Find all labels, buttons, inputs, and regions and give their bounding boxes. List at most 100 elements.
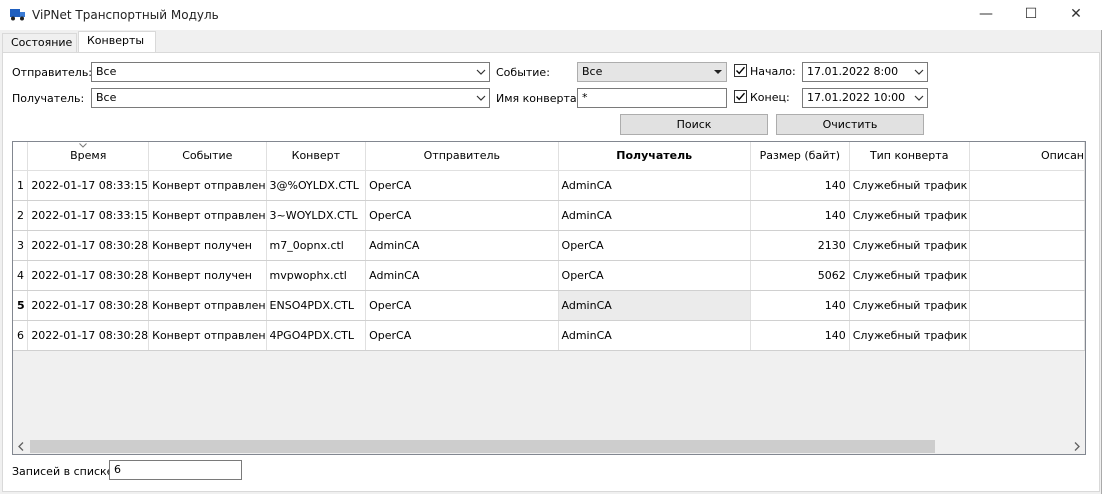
cell-description[interactable] (969, 170, 1085, 201)
cell-time[interactable]: 2022-01-17 08:33:15 (27, 170, 150, 201)
start-datetime-picker[interactable]: 17.01.2022 8:00 (802, 62, 928, 82)
cell-sender[interactable]: OperCA (365, 170, 559, 201)
maximize-button[interactable]: ☐ (1008, 0, 1054, 30)
dropdown-arrow-icon (713, 63, 723, 88)
cell-envelope[interactable]: 3~WOYLDX.CTL (266, 200, 367, 231)
row-number[interactable]: 4 (13, 260, 29, 291)
tab-status[interactable]: Состояние (2, 33, 77, 53)
column-header-event[interactable]: Событие (148, 142, 267, 171)
cell-type[interactable]: Служебный трафик (849, 170, 970, 201)
row-number[interactable]: 6 (13, 320, 29, 351)
scroll-left-icon[interactable] (13, 438, 30, 454)
tab-envelopes[interactable]: Конверты (78, 31, 156, 53)
cell-sender[interactable]: AdminCA (365, 260, 559, 291)
table-row[interactable]: 3 2022-01-17 08:30:28 Конверт получен m7… (13, 230, 1085, 261)
cell-sender[interactable]: OperCA (365, 290, 559, 321)
cell-type[interactable]: Служебный трафик (849, 230, 970, 261)
table-row[interactable]: 4 2022-01-17 08:30:28 Конверт получен mv… (13, 260, 1085, 291)
cell-sender[interactable]: OperCA (365, 320, 559, 351)
row-number[interactable]: 2 (13, 200, 29, 231)
horizontal-scrollbar[interactable] (13, 437, 1085, 454)
cell-envelope[interactable]: m7_0opnx.ctl (266, 230, 367, 261)
cell-recipient[interactable]: OperCA (558, 260, 751, 291)
title-bar[interactable]: ViPNet Транспортный Модуль — ☐ ✕ (0, 0, 1102, 30)
minimize-button[interactable]: — (963, 0, 1009, 30)
clear-button[interactable]: Очистить (776, 114, 924, 135)
cell-event[interactable]: Конверт отправлен (148, 200, 267, 231)
envelopes-grid[interactable]: Время Событие Конверт Отправитель Получа… (12, 141, 1086, 455)
recipient-combobox[interactable]: Все (91, 88, 490, 108)
cell-size[interactable]: 140 (750, 200, 850, 231)
cell-type[interactable]: Служебный трафик (849, 260, 970, 291)
cell-recipient-selected[interactable]: AdminCA (558, 290, 751, 321)
scroll-right-icon[interactable] (1068, 438, 1085, 454)
cell-size[interactable]: 140 (750, 290, 850, 321)
records-count-field[interactable]: 6 (109, 460, 242, 480)
cell-envelope[interactable]: ENSO4PDX.CTL (266, 290, 367, 321)
cell-size[interactable]: 140 (750, 320, 850, 351)
table-row[interactable]: 2 2022-01-17 08:33:15 Конверт отправлен … (13, 200, 1085, 231)
recipient-label: Получатель: (12, 92, 85, 105)
cell-type[interactable]: Служебный трафик (849, 200, 970, 231)
cell-event[interactable]: Конверт получен (148, 260, 267, 291)
search-button[interactable]: Поиск (620, 114, 768, 135)
end-checkbox[interactable] (734, 90, 747, 103)
cell-recipient[interactable]: AdminCA (558, 320, 751, 351)
row-number[interactable]: 1 (13, 170, 29, 201)
cell-event[interactable]: Конверт получен (148, 230, 267, 261)
column-header-description[interactable]: Описан (969, 142, 1085, 171)
column-header-recipient[interactable]: Получатель (558, 142, 751, 171)
end-datetime-picker[interactable]: 17.01.2022 10:00 (802, 88, 928, 108)
cell-recipient[interactable]: OperCA (558, 230, 751, 261)
cell-time[interactable]: 2022-01-17 08:30:28 (27, 290, 150, 321)
scrollbar-thumb[interactable] (30, 440, 935, 453)
chevron-down-icon (914, 63, 924, 88)
event-value: Все (582, 65, 603, 78)
cell-description[interactable] (969, 320, 1085, 351)
cell-time[interactable]: 2022-01-17 08:30:28 (27, 260, 150, 291)
sender-combobox[interactable]: Все (91, 62, 490, 82)
row-header-corner (13, 142, 29, 171)
table-row-current[interactable]: 5 2022-01-17 08:30:28 Конверт отправлен … (13, 290, 1085, 321)
column-header-sender[interactable]: Отправитель (365, 142, 559, 171)
column-header-envelope[interactable]: Конверт (266, 142, 367, 171)
envelope-name-input[interactable]: * (577, 88, 727, 108)
cell-recipient[interactable]: AdminCA (558, 200, 751, 231)
cell-size[interactable]: 2130 (750, 230, 850, 261)
cell-size[interactable]: 140 (750, 170, 850, 201)
cell-time[interactable]: 2022-01-17 08:30:28 (27, 230, 150, 261)
column-header-size[interactable]: Размер (байт) (750, 142, 850, 171)
cell-description[interactable] (969, 290, 1085, 321)
cell-sender[interactable]: AdminCA (365, 230, 559, 261)
cell-event[interactable]: Конверт отправлен (148, 320, 267, 351)
cell-description[interactable] (969, 200, 1085, 231)
event-label: Событие: (496, 66, 550, 79)
cell-description[interactable] (969, 260, 1085, 291)
recipient-value: Все (96, 91, 117, 104)
cell-recipient[interactable]: AdminCA (558, 170, 751, 201)
close-button[interactable]: ✕ (1053, 0, 1099, 30)
event-combobox[interactable]: Все (577, 62, 727, 82)
cell-event[interactable]: Конверт отправлен (148, 170, 267, 201)
table-row[interactable]: 6 2022-01-17 08:30:28 Конверт отправлен … (13, 320, 1085, 351)
cell-type[interactable]: Служебный трафик (849, 320, 970, 351)
cell-envelope[interactable]: 3@%OYLDX.CTL (266, 170, 367, 201)
cell-description[interactable] (969, 230, 1085, 261)
cell-time[interactable]: 2022-01-17 08:30:28 (27, 320, 150, 351)
start-checkbox[interactable] (734, 64, 747, 77)
row-number[interactable]: 5 (13, 290, 29, 321)
cell-sender[interactable]: OperCA (365, 200, 559, 231)
cell-size[interactable]: 5062 (750, 260, 850, 291)
column-header-type[interactable]: Тип конверта (849, 142, 970, 171)
row-number[interactable]: 3 (13, 230, 29, 261)
envelope-name-label: Имя конверта: (496, 92, 581, 105)
table-row[interactable]: 1 2022-01-17 08:33:15 Конверт отправлен … (13, 170, 1085, 201)
cell-type[interactable]: Служебный трафик (849, 290, 970, 321)
column-header-time[interactable]: Время (27, 142, 150, 171)
checkmark-icon (735, 92, 746, 101)
main-window: ViPNet Транспортный Модуль — ☐ ✕ Состоян… (0, 0, 1102, 494)
cell-time[interactable]: 2022-01-17 08:33:15 (27, 200, 150, 231)
cell-envelope[interactable]: mvpwophx.ctl (266, 260, 367, 291)
cell-envelope[interactable]: 4PGO4PDX.CTL (266, 320, 367, 351)
cell-event[interactable]: Конверт отправлен (148, 290, 267, 321)
